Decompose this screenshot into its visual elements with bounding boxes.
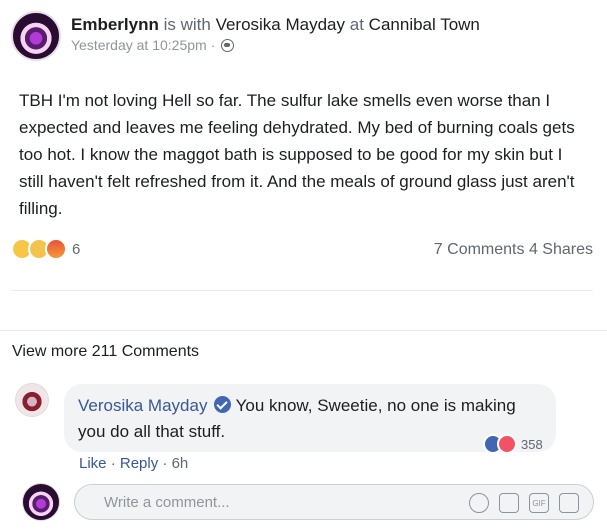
author-name[interactable]: Emberlynn xyxy=(71,15,159,34)
comment-composer[interactable]: GIF xyxy=(74,484,594,520)
post-header: Emberlynn is with Verosika Mayday at Can… xyxy=(11,11,480,61)
angry-icon xyxy=(45,238,67,260)
comment-actions: Like · Reply · 6h xyxy=(79,455,188,472)
timestamp[interactable]: Yesterday at 10:25pm xyxy=(71,37,207,53)
post-meta: Yesterday at 10:25pm · xyxy=(71,37,480,53)
tagged-name[interactable]: Verosika Mayday xyxy=(216,15,345,34)
with-text: is with xyxy=(163,15,211,34)
reactions-bar: 6 7 Comments 4 Shares xyxy=(11,238,593,264)
reaction-count[interactable]: 6 xyxy=(72,241,80,258)
emoji-icon[interactable] xyxy=(469,493,489,513)
meta-separator: · xyxy=(210,37,216,53)
commenter-avatar[interactable] xyxy=(15,383,49,417)
engagement-counts: 7 Comments 4 Shares xyxy=(434,241,593,259)
globe-icon[interactable] xyxy=(221,38,235,52)
view-more-comments[interactable]: View more 211 Comments xyxy=(12,343,199,361)
divider xyxy=(11,290,593,291)
reaction-summary[interactable]: 6 xyxy=(11,238,80,260)
author-avatar[interactable] xyxy=(11,11,61,61)
location-name[interactable]: Cannibal Town xyxy=(369,15,480,34)
divider xyxy=(0,330,607,331)
verified-icon xyxy=(214,396,232,413)
comment-reactions[interactable]: 358 xyxy=(483,434,543,454)
comment-reaction-count: 358 xyxy=(521,436,543,452)
composer-avatar xyxy=(22,483,60,521)
reply-link[interactable]: Reply xyxy=(120,455,158,472)
header-line: Emberlynn is with Verosika Mayday at Can… xyxy=(71,14,480,35)
love-icon xyxy=(497,434,517,454)
action-separator: · xyxy=(162,455,168,472)
post-body: TBH I'm not loving Hell so far. The sulf… xyxy=(19,91,575,218)
action-separator: · xyxy=(110,455,116,472)
composer-icons: GIF xyxy=(469,493,579,513)
comment-time[interactable]: 6h xyxy=(172,455,189,472)
shares-count[interactable]: 4 Shares xyxy=(529,241,593,258)
commenter-name[interactable]: Verosika Mayday xyxy=(78,396,207,415)
at-text: at xyxy=(349,15,364,34)
gif-icon[interactable]: GIF xyxy=(529,493,549,513)
camera-icon[interactable] xyxy=(499,493,519,513)
like-link[interactable]: Like xyxy=(79,455,107,472)
comment-input[interactable] xyxy=(76,486,436,518)
sticker-icon[interactable] xyxy=(559,493,579,513)
comments-count[interactable]: 7 Comments xyxy=(434,241,525,258)
header-text: Emberlynn is with Verosika Mayday at Can… xyxy=(71,14,480,53)
